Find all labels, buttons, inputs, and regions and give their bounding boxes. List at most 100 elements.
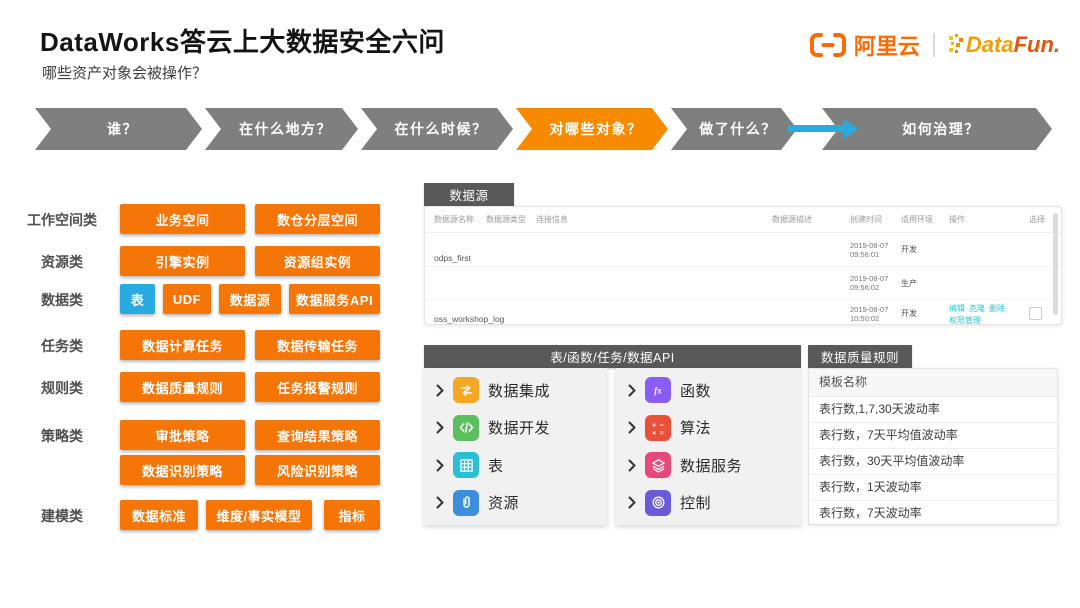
target-icon [645, 490, 671, 516]
category-label: 数据类 [16, 290, 108, 310]
action-link[interactable]: 编辑 [949, 304, 965, 314]
chevron-right-icon[interactable] [436, 384, 444, 397]
tab-quality-rules[interactable]: 数据质量规则 [808, 345, 912, 368]
env-label: 开发 [901, 244, 949, 255]
quality-rule-row[interactable]: 表行数，30天平均值波动率 [809, 449, 1057, 475]
asset-button[interactable]: 资源组实例 [255, 246, 380, 276]
asset-button[interactable]: 维度/事实模型 [206, 500, 312, 530]
asset-button[interactable]: 风险识别策略 [255, 455, 380, 485]
category-label: 策略类 [16, 426, 108, 446]
quality-rule-row[interactable]: 表行数，1天波动率 [809, 475, 1057, 501]
datasource-desc-cell [772, 267, 850, 299]
tree-item[interactable]: 数据开发 [424, 411, 607, 445]
datasource-desc-cell [772, 300, 850, 327]
asset-button[interactable]: 数据计算任务 [120, 330, 245, 360]
column-header: 创建时间 [850, 214, 901, 225]
aliyun-logo-text: 阿里云 [854, 29, 920, 61]
asset-button[interactable]: 审批策略 [120, 420, 245, 450]
column-header: 数据源名称 [434, 214, 486, 225]
chevron-right-icon[interactable] [436, 459, 444, 472]
chevron-right-icon[interactable] [628, 496, 636, 509]
flow-step-label: 对哪些对象？ [542, 119, 643, 139]
datasource-desc-cell [772, 233, 850, 266]
select-cell [1029, 300, 1053, 327]
asset-button[interactable]: 数仓分层空间 [255, 204, 380, 234]
asset-button[interactable]: 数据标准 [120, 500, 198, 530]
asset-button[interactable]: 数据源 [219, 284, 281, 314]
next-arrow-icon [788, 125, 844, 132]
table-header-row: 数据源名称数据源类型连接信息数据源描述创建时间适用环境操作选择 [425, 207, 1061, 233]
scrollbar[interactable] [1053, 213, 1058, 315]
asset-button[interactable]: 指标 [324, 500, 380, 530]
tree-item-label: 资源 [488, 492, 519, 513]
flow-step-who: 谁？ [35, 108, 202, 150]
page-title: DataWorks答云上大数据安全六问 [40, 22, 445, 59]
page-subtitle: 哪些资产对象会被操作？ [42, 62, 207, 83]
chevron-right-icon[interactable] [628, 459, 636, 472]
tree-column-right: fx 函数 +−×= 算法数据服务控制 [616, 368, 801, 525]
chevron-right-icon[interactable] [436, 421, 444, 434]
tree-item-label: 数据集成 [488, 380, 550, 401]
asset-button[interactable]: 数据服务API [289, 284, 380, 314]
flow-step-label: 谁？ [99, 119, 138, 139]
aliyun-brackets-icon [808, 31, 848, 59]
datasource-row: 2019-08-0709:56:02生产 [425, 266, 1061, 299]
asset-button[interactable]: 数据识别策略 [120, 455, 245, 485]
logo-area: 阿里云 DataFun. [808, 28, 1060, 62]
asset-button[interactable]: 引擎实例 [120, 246, 245, 276]
datafun-logo-text-1: Data [966, 32, 1014, 58]
select-cell [1029, 267, 1053, 299]
svg-text:fx: fx [654, 386, 662, 396]
tree-item-label: 表 [488, 455, 504, 476]
quality-rule-row[interactable]: 表行数,1,7,30天波动率 [809, 397, 1057, 423]
action-link[interactable]: 克隆 [969, 304, 985, 314]
tree-item[interactable]: 数据服务 [616, 448, 801, 482]
chevron-right-icon[interactable] [628, 421, 636, 434]
asset-button[interactable]: 数据质量规则 [120, 372, 245, 402]
svg-text:=: = [660, 430, 664, 437]
slide: DataWorks答云上大数据安全六问 哪些资产对象会被操作？ 阿里云 Data… [0, 0, 1080, 608]
column-header: 操作 [949, 214, 1029, 225]
tree-item[interactable]: 表 [424, 448, 607, 482]
chevron-right-icon[interactable] [628, 384, 636, 397]
category-label: 任务类 [16, 336, 108, 356]
asset-button[interactable]: 查询结果策略 [255, 420, 380, 450]
category-label: 工作空间类 [16, 210, 108, 230]
column-header: 连接信息 [536, 214, 772, 225]
flow-step-label: 在什么时候？ [387, 119, 488, 139]
datasource-name: oss_workshop_log [434, 314, 486, 327]
tree-item-label: 函数 [680, 380, 711, 401]
asset-button[interactable]: 任务报警规则 [255, 372, 380, 402]
asset-button[interactable]: 表 [120, 284, 155, 314]
category-label: 建模类 [16, 506, 108, 526]
tree-item-label: 数据服务 [680, 455, 742, 476]
math-icon: +−×= [645, 415, 671, 441]
tree-item[interactable]: 数据集成 [424, 373, 607, 407]
sync-arrows-icon [453, 377, 479, 403]
created-time: 2019-08-0710:50:02 [850, 305, 901, 323]
flow-step-when: 在什么时候？ [361, 108, 513, 150]
datasource-name: odps_first [434, 253, 486, 266]
row-checkbox[interactable] [1029, 307, 1042, 320]
fx-icon: fx [645, 377, 671, 403]
tab-datasource[interactable]: 数据源 [424, 183, 514, 206]
quality-rule-row[interactable]: 表行数，7天平均值波动率 [809, 423, 1057, 449]
paperclip-icon [453, 490, 479, 516]
column-header: 数据源描述 [772, 214, 850, 225]
tree-item[interactable]: 资源 [424, 486, 607, 520]
tree-item[interactable]: 控制 [616, 486, 801, 520]
tree-item-label: 算法 [680, 417, 711, 438]
aliyun-logo: 阿里云 [808, 29, 920, 61]
chevron-right-icon[interactable] [436, 496, 444, 509]
tree-item[interactable]: +−×= 算法 [616, 411, 801, 445]
action-link[interactable]: 删除 [989, 304, 1005, 314]
column-header: 数据源类型 [486, 214, 536, 225]
asset-button[interactable]: 业务空间 [120, 204, 245, 234]
select-cell [1029, 233, 1053, 266]
asset-button[interactable]: UDF [163, 284, 211, 314]
quality-rule-row[interactable]: 表行数，7天波动率 [809, 501, 1057, 526]
created-time: 2019-08-0709:56:01 [850, 241, 901, 259]
tree-item[interactable]: fx 函数 [616, 373, 801, 407]
action-link[interactable]: 权限管理 [949, 316, 981, 326]
asset-button[interactable]: 数据传输任务 [255, 330, 380, 360]
